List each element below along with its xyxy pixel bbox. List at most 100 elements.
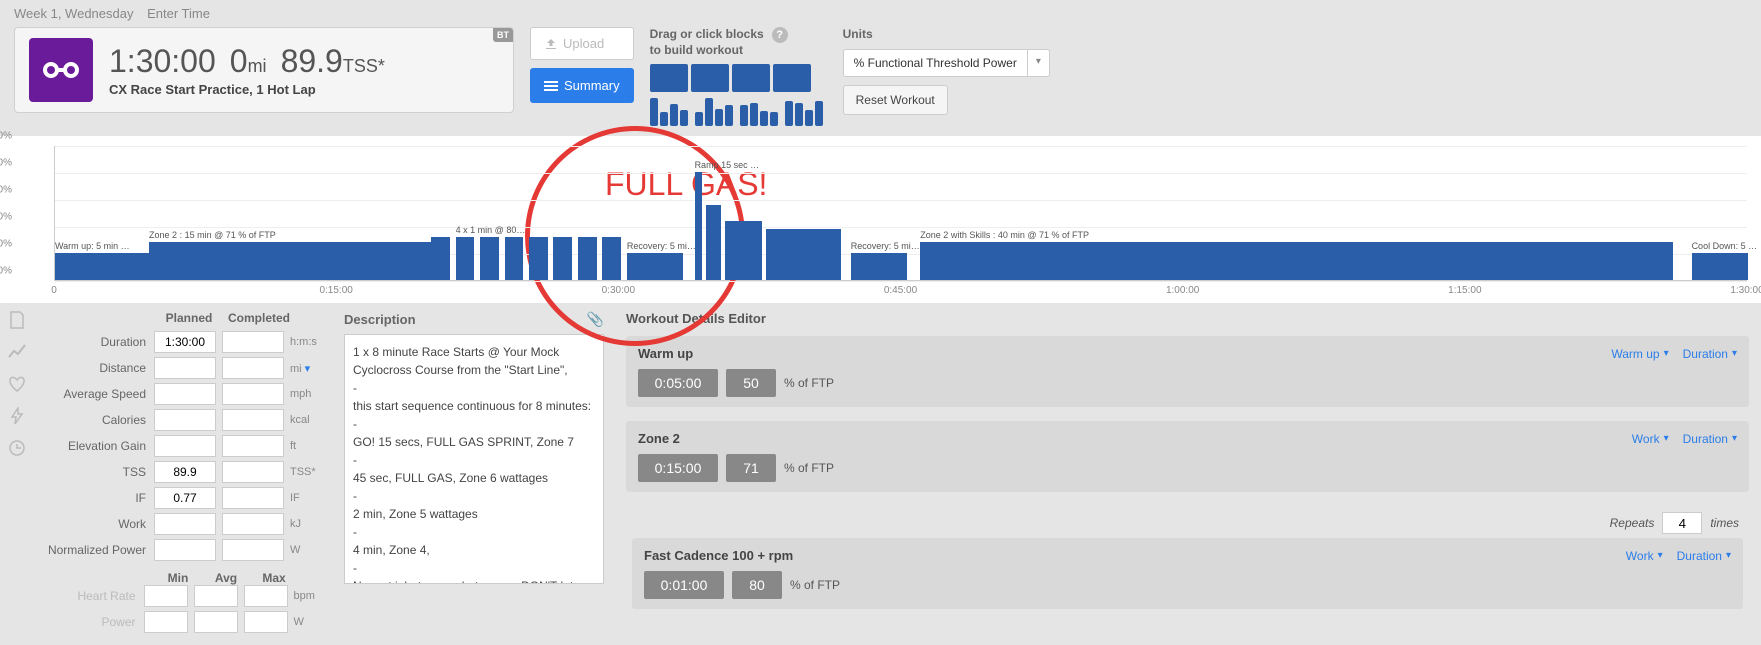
palette-block[interactable] [680, 110, 688, 127]
min-input[interactable] [144, 585, 188, 607]
planned-input[interactable] [154, 487, 216, 509]
segment-name[interactable]: Zone 2 [638, 431, 680, 446]
completed-input[interactable] [222, 383, 284, 405]
segment-value-input[interactable] [726, 454, 776, 482]
palette-block[interactable] [770, 112, 778, 126]
palette-block[interactable] [815, 101, 823, 126]
segment-value-input[interactable] [732, 571, 782, 599]
interval-bar[interactable] [553, 237, 572, 280]
interval-label: Cool Down: 5 m… [1692, 241, 1761, 251]
palette-block[interactable] [650, 64, 688, 92]
palette-block[interactable] [691, 64, 729, 92]
palette-block[interactable] [805, 110, 813, 126]
palette-block[interactable] [785, 101, 793, 126]
segment-duration-link[interactable]: Duration [1683, 347, 1737, 361]
palette-block[interactable] [705, 98, 713, 126]
enter-time-link[interactable]: Enter Time [147, 6, 210, 21]
palette-block[interactable] [670, 104, 678, 127]
interval-bar[interactable] [431, 237, 450, 280]
palette-block[interactable] [795, 103, 803, 127]
interval-bar[interactable] [920, 242, 1672, 280]
repeats-input[interactable] [1662, 512, 1702, 534]
units-select[interactable]: % Functional Threshold Power ▾ [843, 49, 1050, 77]
completed-input[interactable] [222, 409, 284, 431]
interval-bar[interactable] [480, 237, 499, 280]
avg-input[interactable] [194, 611, 238, 633]
segment-name[interactable]: Warm up [638, 346, 693, 361]
interval-bar[interactable] [505, 237, 524, 280]
interval-bar[interactable] [529, 237, 548, 280]
heart-icon[interactable] [8, 375, 26, 393]
interval-bar[interactable] [695, 172, 703, 280]
metric-unit: mph [290, 388, 324, 400]
avg-input[interactable] [194, 585, 238, 607]
completed-input[interactable] [222, 331, 284, 353]
completed-input[interactable] [222, 461, 284, 483]
palette-block[interactable] [650, 98, 658, 126]
segment-duration-link[interactable]: Duration [1683, 432, 1737, 446]
palette-block[interactable] [715, 109, 723, 126]
completed-input[interactable] [222, 513, 284, 535]
description-text[interactable]: 1 x 8 minute Race Starts @ Your Mock Cyc… [344, 334, 604, 584]
interval-bar[interactable] [149, 242, 431, 280]
interval-bar[interactable] [1692, 253, 1748, 280]
planned-input[interactable] [154, 435, 216, 457]
max-input[interactable] [244, 611, 288, 633]
help-icon[interactable]: ? [772, 27, 788, 43]
planned-input[interactable] [154, 461, 216, 483]
times-label: times [1710, 516, 1739, 530]
block-palette-row[interactable] [650, 64, 827, 92]
bolt-icon[interactable] [8, 407, 26, 425]
planned-input[interactable] [154, 357, 216, 379]
paperclip-icon[interactable]: 📎 [587, 311, 604, 328]
interval-bar[interactable] [706, 205, 721, 281]
workout-chart[interactable]: FULL GAS! Warm up: 5 min …Zone 2 : 15 mi… [0, 136, 1761, 303]
planned-input[interactable] [154, 331, 216, 353]
chart-icon[interactable] [8, 343, 26, 361]
completed-input[interactable] [222, 539, 284, 561]
block-palette-row[interactable] [650, 98, 827, 126]
segment-type-link[interactable]: Work [1632, 432, 1669, 446]
y-tick: 0% [0, 266, 12, 277]
planned-input[interactable] [154, 383, 216, 405]
completed-input[interactable] [222, 487, 284, 509]
interval-bar[interactable] [766, 229, 841, 280]
interval-bar[interactable] [578, 237, 597, 280]
min-input[interactable] [144, 611, 188, 633]
palette-block[interactable] [660, 112, 668, 126]
palette-block[interactable] [740, 105, 748, 126]
palette-block[interactable] [695, 112, 703, 126]
segment-time-input[interactable] [644, 571, 724, 599]
interval-bar[interactable] [456, 237, 475, 280]
max-input[interactable] [244, 585, 288, 607]
palette-block[interactable] [760, 111, 768, 126]
planned-input[interactable] [154, 513, 216, 535]
interval-bar[interactable] [725, 221, 763, 280]
segment-type-link[interactable]: Warm up [1611, 347, 1668, 361]
planned-input[interactable] [154, 409, 216, 431]
clock-icon[interactable] [8, 439, 26, 457]
file-icon[interactable] [8, 311, 26, 329]
segment-duration-link[interactable]: Duration [1677, 549, 1731, 563]
segment-time-input[interactable] [638, 454, 718, 482]
segment-time-input[interactable] [638, 369, 718, 397]
summary-button[interactable]: Summary [530, 68, 634, 103]
completed-input[interactable] [222, 357, 284, 379]
segment-value-input[interactable] [726, 369, 776, 397]
completed-input[interactable] [222, 435, 284, 457]
segment-type-link[interactable]: Work [1626, 549, 1663, 563]
palette-block[interactable] [773, 64, 811, 92]
upload-button[interactable]: Upload [530, 27, 634, 60]
planned-input[interactable] [154, 539, 216, 561]
interval-bar[interactable] [851, 253, 907, 280]
palette-block[interactable] [725, 105, 733, 126]
reset-workout-button[interactable]: Reset Workout [843, 85, 948, 115]
interval-bar[interactable] [55, 253, 149, 280]
x-tick: 1:00:00 [1166, 285, 1199, 296]
interval-bar[interactable] [627, 253, 683, 280]
palette-block[interactable] [750, 103, 758, 126]
segment-name[interactable]: Fast Cadence 100 + rpm [644, 548, 793, 563]
interval-bar[interactable] [602, 237, 621, 280]
palette-block[interactable] [732, 64, 770, 92]
description-header: Description [344, 312, 416, 327]
